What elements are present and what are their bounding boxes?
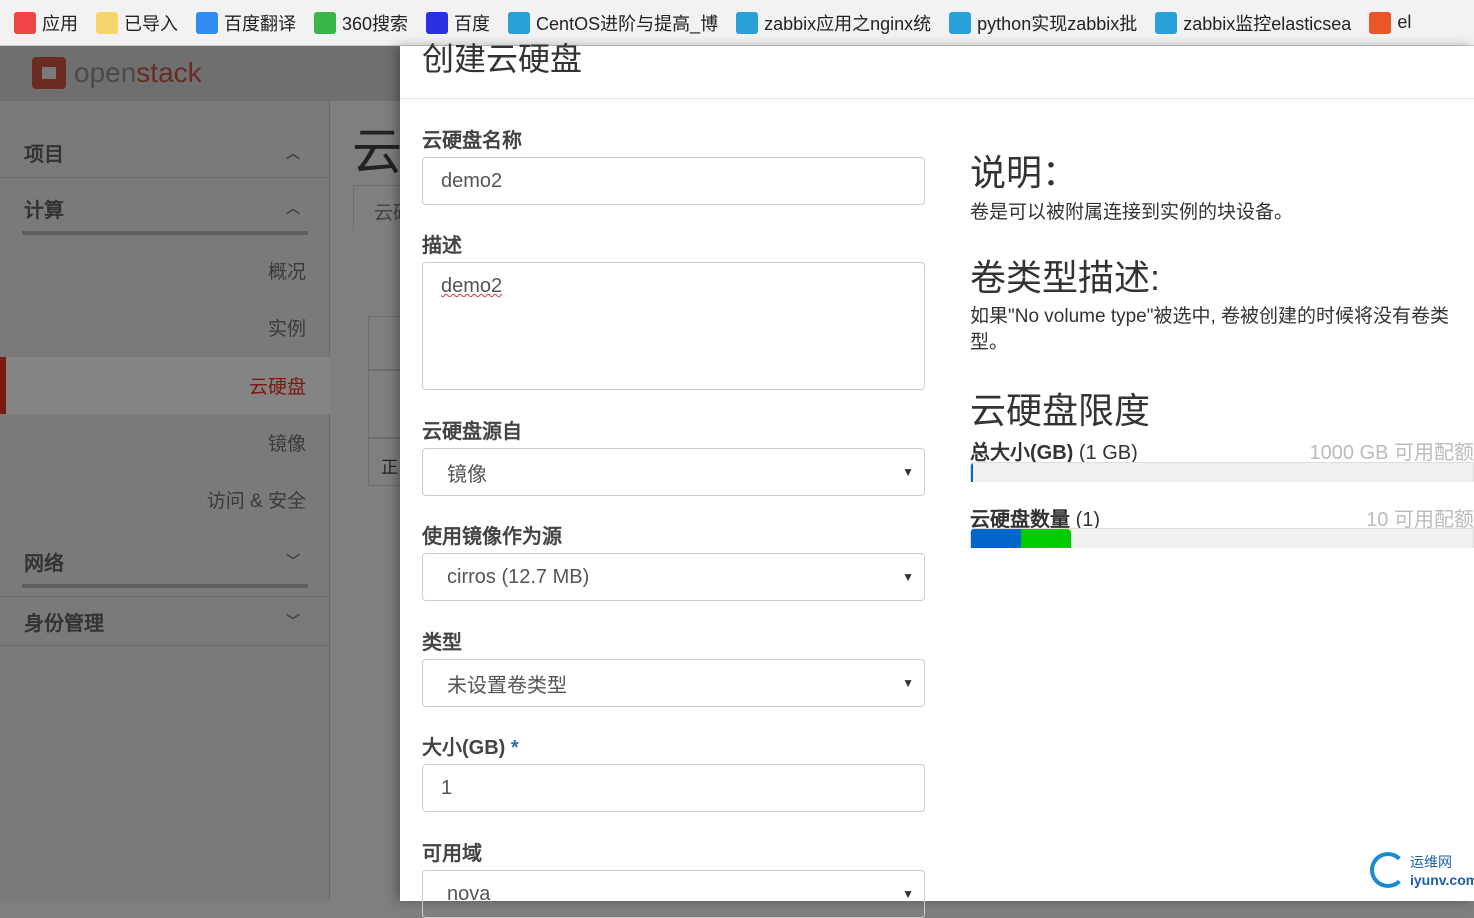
sidebar-item-volumes[interactable]: 云硬盘 bbox=[0, 357, 330, 414]
quota-count-bar bbox=[970, 528, 1474, 548]
chevron-up-icon: ︿ bbox=[286, 144, 300, 161]
section-label: 网络 bbox=[24, 552, 64, 575]
volume-name-label: 云硬盘名称 bbox=[422, 130, 522, 152]
page-title-bg: 云 bbox=[352, 124, 402, 180]
description-label: 描述 bbox=[422, 235, 462, 257]
baidu-paw-icon bbox=[426, 11, 449, 34]
sidebar-section-network[interactable]: 网络 ﹀ bbox=[0, 536, 330, 588]
sidebar: 项目 ︿ 计算 ︿ 概况 实例 云硬盘 镜像 访问 & 安全 网络 ﹀ 身份管理 ﹀ bbox=[0, 101, 330, 901]
bookmark-label: python实现zabbix批 bbox=[977, 13, 1138, 34]
sidebar-item-access-security[interactable]: 访问 & 安全 bbox=[0, 471, 330, 528]
select-value: cirros (12.7 MB) bbox=[447, 565, 590, 588]
blog-icon bbox=[508, 11, 531, 34]
bookmark-item[interactable]: el bbox=[1369, 11, 1412, 34]
bookmark-label: zabbix应用之nginx统 bbox=[764, 13, 932, 34]
volume-source-select[interactable]: 镜像 bbox=[422, 448, 925, 496]
sidebar-section-project[interactable]: 项目 ︿ bbox=[0, 128, 330, 178]
help-text-description: 卷是可以被附属连接到实例的块设备。 bbox=[970, 202, 1294, 223]
volume-source-label: 云硬盘源自 bbox=[422, 421, 522, 443]
folder-icon bbox=[96, 11, 118, 34]
openstack-logo-icon bbox=[32, 57, 66, 89]
size-label: 大小(GB) * bbox=[422, 731, 519, 760]
quota-size-row: 总大小(GB) (1 GB) 1000 GB 可用配额 bbox=[970, 436, 1474, 465]
type-label: 类型 bbox=[422, 632, 462, 654]
bookmarks-bar: 应用 已导入 百度翻译 360搜索 百度 CentOS进阶与提高_博 zabbix应用之ng… bbox=[0, 0, 1474, 46]
sidebar-item-instances[interactable]: 实例 bbox=[0, 299, 330, 356]
help-heading-limits: 云硬盘限度 bbox=[970, 390, 1151, 431]
select-value: 镜像 bbox=[447, 463, 487, 486]
bookmark-item[interactable]: 百度翻译 bbox=[196, 10, 296, 36]
divider bbox=[400, 98, 1474, 99]
bookmark-label: 百度翻译 bbox=[224, 13, 296, 34]
quota-count-used-fill bbox=[971, 529, 1022, 548]
bookmark-label: 百度 bbox=[454, 13, 491, 34]
watermark-url: iyunv.com bbox=[1410, 872, 1474, 888]
bookmark-item[interactable]: CentOS进阶与提高_博 bbox=[508, 10, 718, 36]
size-label-text: 大小(GB) bbox=[422, 737, 506, 759]
help-text-volume-type: 如果"No volume type"被选中, 卷被创建的时候将没有卷类型。 bbox=[970, 306, 1450, 353]
translate-icon bbox=[196, 11, 218, 34]
image-source-label: 使用镜像作为源 bbox=[422, 526, 562, 548]
blog-icon bbox=[1155, 11, 1178, 34]
apps-grid-icon bbox=[14, 11, 36, 34]
quota-label: 总大小(GB) bbox=[970, 442, 1074, 464]
quota-value: (1 GB) bbox=[1078, 442, 1138, 464]
availability-zone-label: 可用域 bbox=[422, 843, 482, 865]
select-value: nova bbox=[447, 882, 491, 905]
description-textarea[interactable]: demo2 bbox=[422, 262, 925, 390]
bookmark-item[interactable]: 360搜索 bbox=[314, 10, 408, 36]
size-input[interactable]: 1 bbox=[422, 764, 925, 812]
bookmark-item[interactable]: 百度 bbox=[426, 10, 490, 36]
quota-available: 1000 GB 可用配额 bbox=[1309, 442, 1474, 464]
input-value: 1 bbox=[441, 776, 453, 799]
chevron-up-icon: ︿ bbox=[286, 200, 300, 216]
bookmark-item[interactable]: 已导入 bbox=[96, 10, 178, 36]
bookmark-label: CentOS进阶与提高_博 bbox=[536, 13, 719, 34]
logo-text-stack: stack bbox=[136, 57, 202, 88]
bookmark-item[interactable]: 应用 bbox=[14, 10, 78, 36]
watermark-cn: 运维网 bbox=[1410, 854, 1452, 870]
input-value: demo2 bbox=[441, 169, 503, 192]
required-marker: * bbox=[510, 737, 519, 759]
sidebar-section-identity[interactable]: 身份管理 ﹀ bbox=[0, 596, 330, 646]
modal-title: 创建云硬盘 bbox=[422, 41, 583, 77]
availability-zone-select[interactable]: nova bbox=[422, 870, 925, 918]
image-source-select[interactable]: cirros (12.7 MB) bbox=[422, 553, 925, 601]
bookmark-label: 应用 bbox=[42, 13, 78, 34]
quota-count-new-fill bbox=[1021, 529, 1072, 548]
bookmark-item[interactable]: zabbix应用之nginx统 bbox=[736, 10, 931, 36]
360-search-icon bbox=[314, 11, 336, 34]
bookmark-label: 360搜索 bbox=[342, 13, 409, 34]
bookmark-item[interactable]: python实现zabbix批 bbox=[949, 10, 1137, 36]
watermark: 运维网 iyunv.com bbox=[1370, 852, 1474, 888]
watermark-logo-icon bbox=[1370, 852, 1406, 888]
create-volume-modal: 创建云硬盘 云硬盘名称 demo2 描述 demo2 云硬盘源自 镜像 使用镜像… bbox=[400, 41, 1474, 918]
openstack-logo[interactable]: openstack bbox=[32, 57, 202, 89]
chevron-down-icon: ﹀ bbox=[286, 553, 300, 569]
blog-icon bbox=[736, 11, 759, 34]
help-heading-description: 说明： bbox=[970, 152, 1079, 193]
sidebar-item-overview[interactable]: 概况 bbox=[0, 242, 330, 299]
input-value: demo2 bbox=[441, 275, 503, 297]
sidebar-item-images[interactable]: 镜像 bbox=[0, 414, 330, 471]
blog-icon bbox=[949, 11, 972, 34]
bookmark-icon bbox=[1369, 11, 1392, 34]
logo-text-open: open bbox=[74, 57, 137, 88]
volume-name-input[interactable]: demo2 bbox=[422, 157, 925, 205]
sidebar-section-compute[interactable]: 计算 ︿ bbox=[0, 183, 330, 235]
quota-size-bar bbox=[970, 462, 1474, 482]
bookmark-label: 已导入 bbox=[124, 13, 178, 34]
section-label: 身份管理 bbox=[24, 612, 104, 635]
section-label: 项目 bbox=[24, 144, 64, 166]
section-label: 计算 bbox=[24, 199, 64, 222]
bookmark-label: el bbox=[1397, 12, 1412, 32]
chevron-down-icon: ﹀ bbox=[286, 613, 300, 629]
type-select[interactable]: 未设置卷类型 bbox=[422, 659, 925, 707]
help-heading-volume-type: 卷类型描述: bbox=[970, 257, 1161, 298]
quota-size-fill bbox=[971, 463, 973, 482]
select-value: 未设置卷类型 bbox=[447, 674, 567, 697]
bookmark-label: zabbix监控elasticsea bbox=[1183, 13, 1352, 34]
bookmark-item[interactable]: zabbix监控elasticsea bbox=[1155, 10, 1351, 36]
